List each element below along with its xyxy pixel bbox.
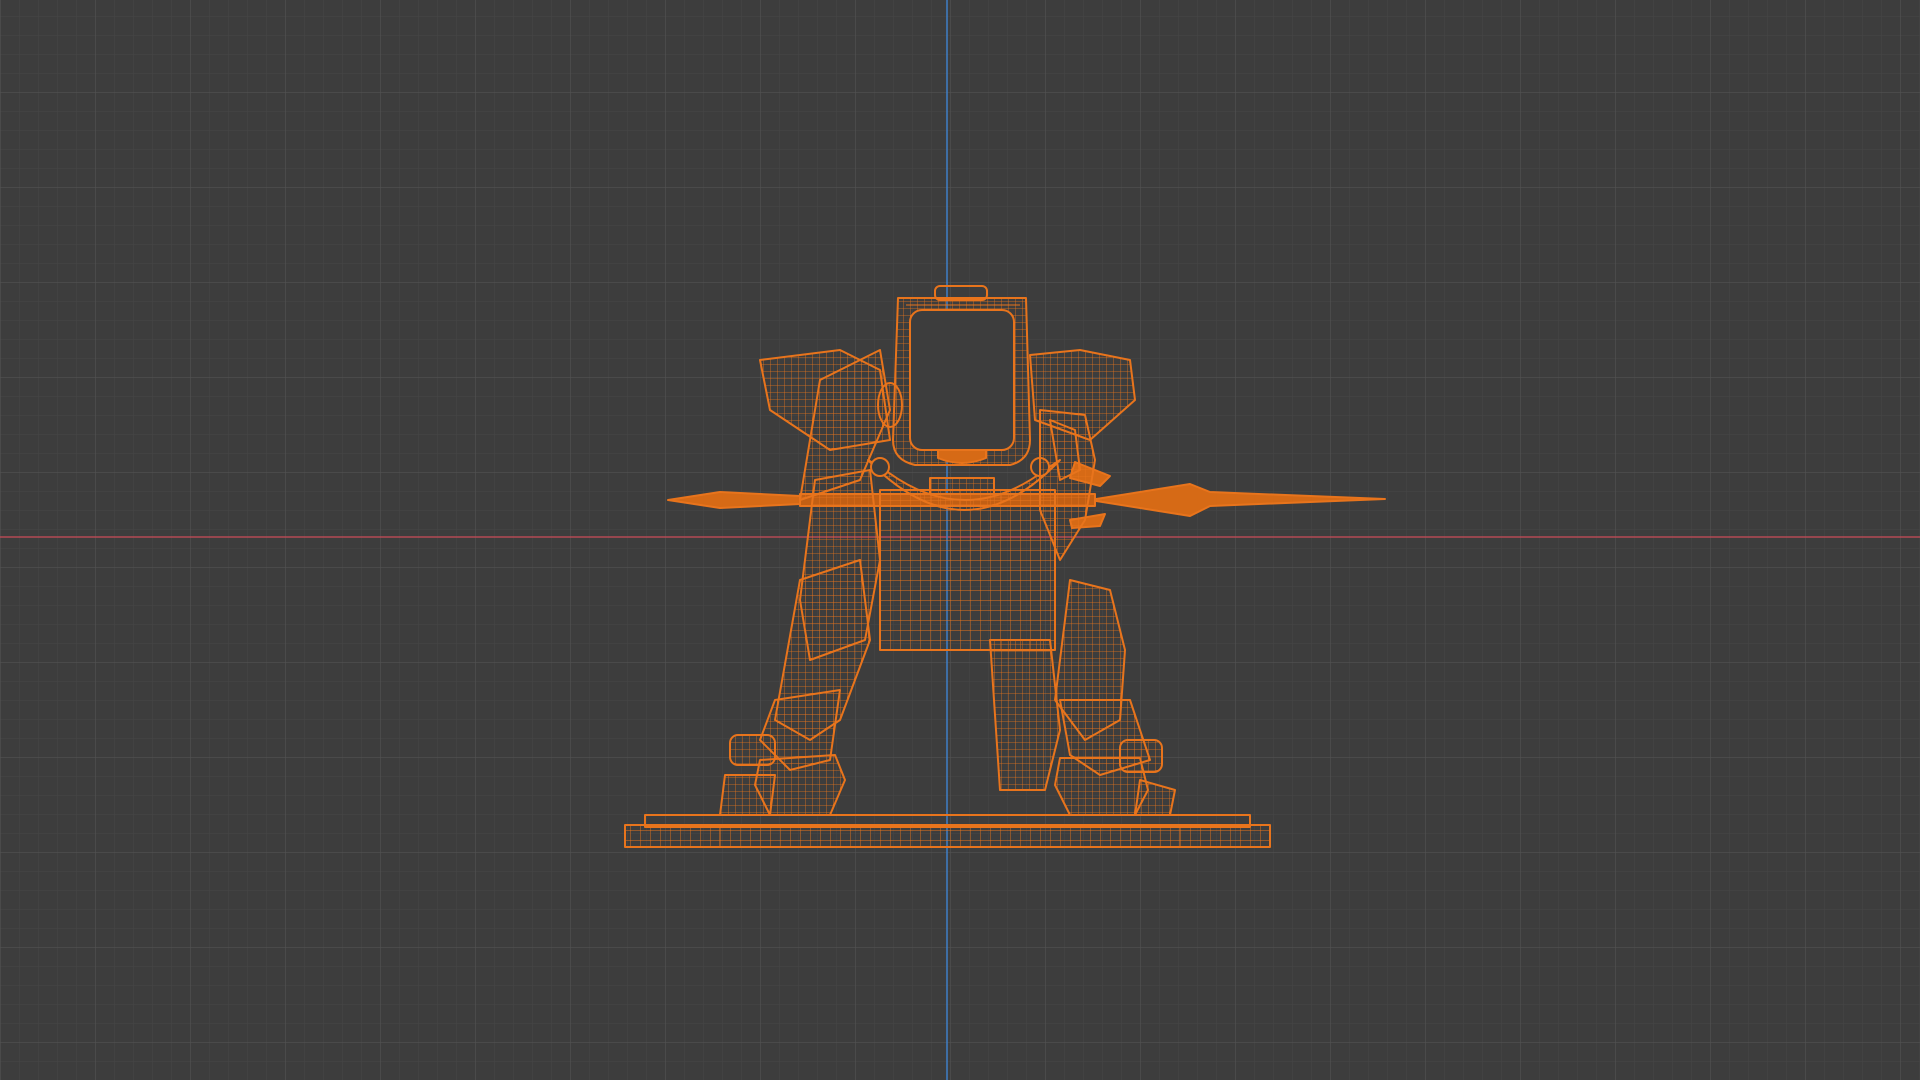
robot-head[interactable] — [892, 285, 1031, 466]
waist-joint — [929, 477, 995, 495]
front-leg-plate[interactable] — [989, 639, 1061, 791]
viewport-canvas[interactable] — [0, 0, 1920, 1080]
3d-viewport[interactable] — [0, 0, 1920, 1080]
